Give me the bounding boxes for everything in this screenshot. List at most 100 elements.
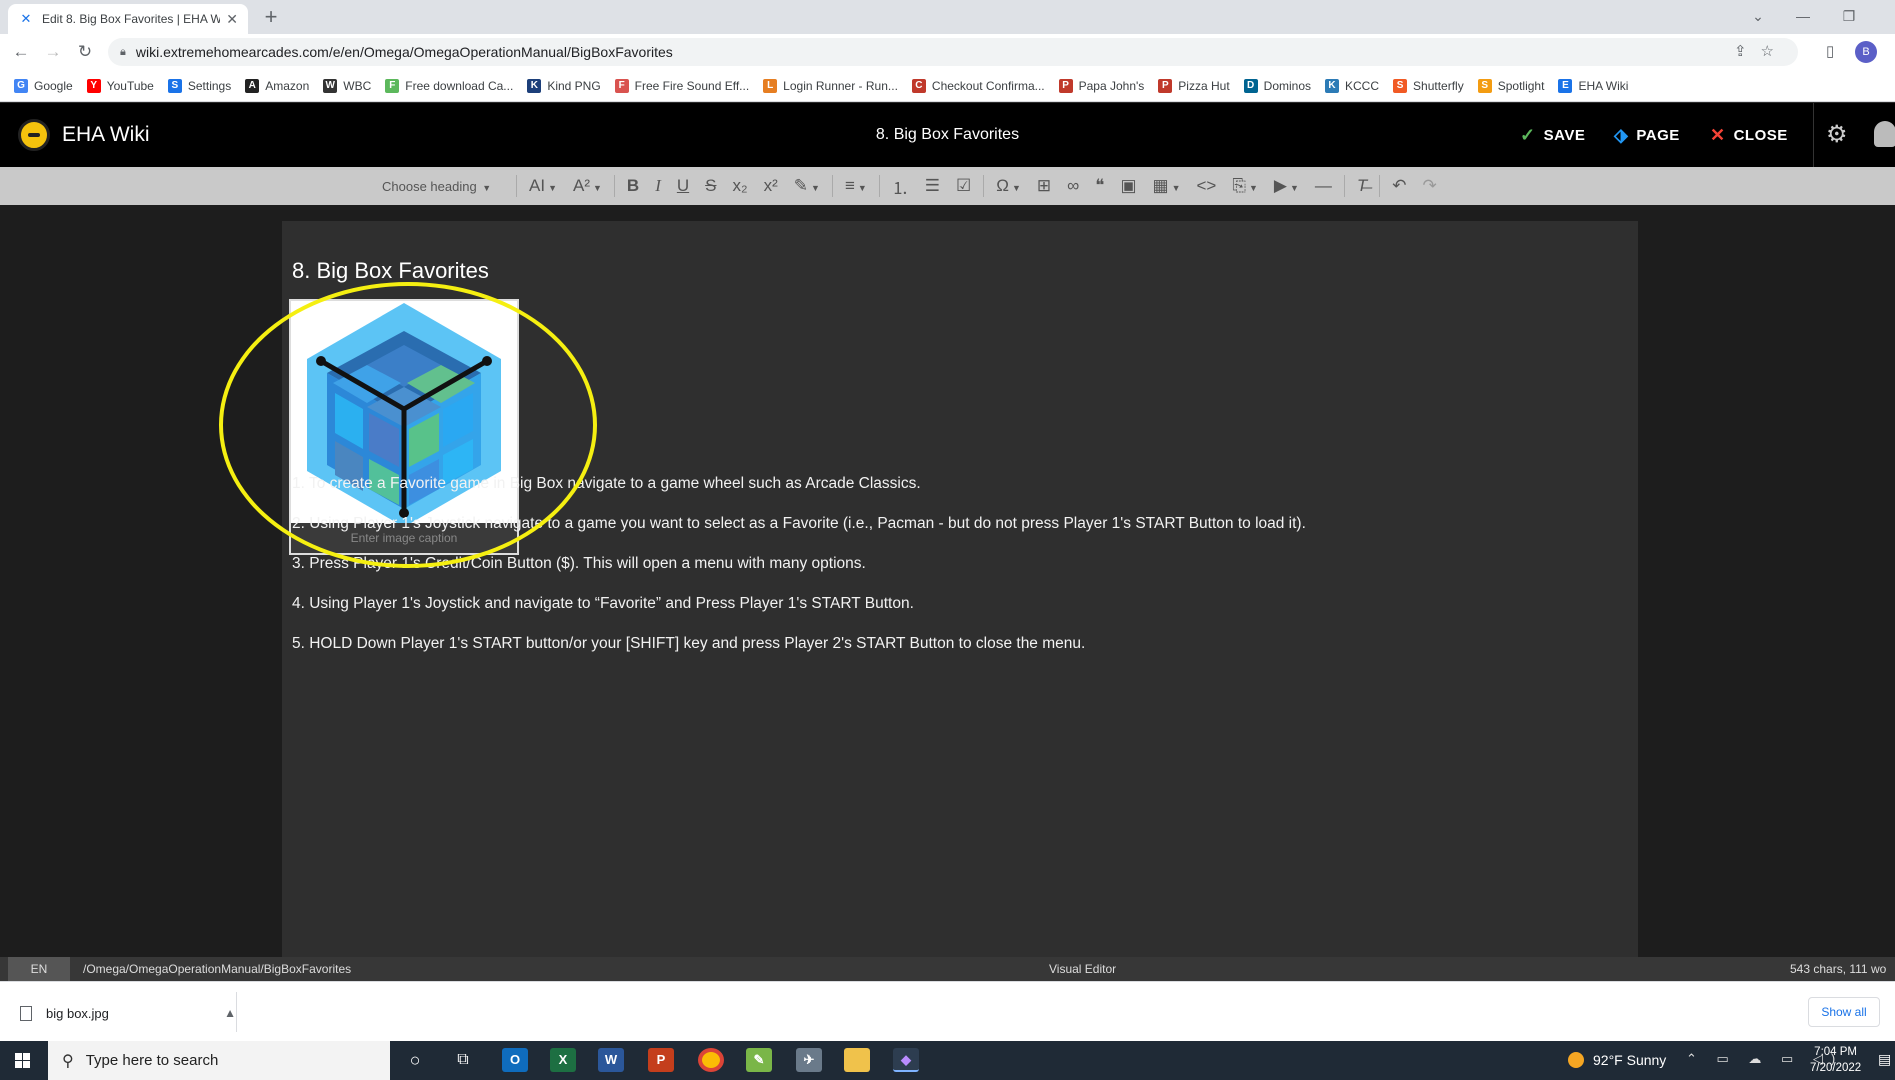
restore-button[interactable]: ❐ (1826, 2, 1872, 30)
page-button[interactable]: ⬗ PAGE (1614, 125, 1680, 146)
link-icon[interactable]: ∞ (1059, 176, 1087, 196)
chevron-up-icon[interactable]: ▲ (224, 1006, 236, 1020)
bookmark-item[interactable]: C Checkout Confirma... (911, 78, 1045, 93)
downloads-divider (236, 992, 237, 1032)
bookmark-label: Pizza Hut (1178, 78, 1230, 93)
table-icon[interactable]: ▦ ▼ (1145, 176, 1189, 196)
shutterfly-icon: S (1393, 78, 1408, 93)
bold-icon[interactable]: B (619, 176, 647, 196)
taskbar-clock[interactable]: 7:04 PM 7/20/2022 (1810, 1044, 1861, 1076)
bird-app-icon[interactable]: ✈ (796, 1048, 822, 1072)
tab-search-chevron-icon[interactable]: ⌄ (1735, 2, 1781, 30)
excel-icon[interactable]: X (550, 1048, 576, 1072)
weather-widget[interactable]: 92°F Sunny (1568, 1052, 1666, 1068)
file-explorer-icon[interactable] (844, 1048, 870, 1072)
align-icon[interactable]: ≡ ▼ (837, 176, 875, 196)
cortana-icon[interactable]: ○ (402, 1048, 428, 1072)
bookmark-item[interactable]: D Dominos (1243, 78, 1311, 93)
page-title: 8. Big Box Favorites (875, 126, 1020, 143)
back-button[interactable]: ← (8, 40, 34, 64)
undo-icon[interactable]: ↶ (1384, 176, 1414, 196)
numbered-list-icon[interactable]: ⒈ (884, 174, 917, 199)
heading-dropdown[interactable]: Choose heading ▼ (372, 179, 512, 194)
language-badge[interactable]: EN (8, 957, 70, 981)
star-icon[interactable]: ☆ (1761, 43, 1788, 60)
bookmark-item[interactable]: F Free download Ca... (385, 78, 513, 93)
minimize-button[interactable]: — (1780, 2, 1826, 30)
paint-app-icon[interactable]: ◆ (893, 1048, 919, 1072)
windows-start-icon[interactable] (0, 1041, 46, 1080)
highlight-icon[interactable]: ✎ ▼ (786, 176, 828, 196)
wiki-header: EHA Wiki 8. Big Box Favorites ✓ SAVE ⬗ P… (0, 103, 1895, 167)
font-family-icon[interactable]: A² ▼ (565, 176, 610, 196)
image-icon[interactable]: ▣ (1112, 176, 1144, 196)
task-view-icon[interactable]: ⧉ (450, 1048, 476, 1072)
gear-icon[interactable]: ⚙ (1826, 120, 1848, 149)
insert-block-icon[interactable]: ⊞ (1029, 176, 1059, 196)
bookmark-label: Settings (187, 78, 232, 93)
media-embed-icon[interactable]: ▶ ▼ (1266, 176, 1307, 196)
store-icon: C (911, 78, 926, 93)
character-count: 543 chars, 111 wo (1790, 962, 1887, 976)
bookmark-item[interactable]: L Login Runner - Run... (763, 78, 898, 93)
close-tab-icon[interactable]: ✕ (226, 11, 238, 28)
share-icon[interactable]: ⇪ (1734, 43, 1761, 60)
horizontal-line-icon[interactable]: — (1307, 176, 1340, 196)
app-icon[interactable]: ✎ (746, 1048, 772, 1072)
bookmark-item[interactable]: P Papa John's (1058, 78, 1144, 93)
italic-icon[interactable]: I (647, 176, 669, 196)
special-characters-icon[interactable]: Ω ▼ (988, 176, 1029, 196)
underline-icon[interactable]: U (669, 176, 697, 196)
document-heading[interactable]: 8. Big Box Favorites (292, 258, 489, 284)
side-panel-icon[interactable]: ▯ (1826, 42, 1834, 60)
step-5-text[interactable]: 5. HOLD Down Player 1's START button/or … (292, 635, 1085, 653)
code-icon[interactable]: <> (1189, 176, 1225, 196)
profile-avatar[interactable]: B (1855, 41, 1877, 63)
todo-list-icon[interactable]: ☑ (948, 176, 979, 196)
toolbar-separator (613, 175, 615, 197)
download-item[interactable]: big box.jpg ▲ (20, 998, 236, 1028)
url-field[interactable]: 🔒︎ wiki.extremehomearcades.com/e/en/Omeg… (108, 38, 1798, 66)
page-label: PAGE (1636, 127, 1680, 144)
blockquote-icon[interactable]: ❝ (1087, 176, 1112, 196)
word-icon[interactable]: W (598, 1048, 624, 1072)
remove-format-icon[interactable]: T̶ (1349, 176, 1375, 196)
windows-taskbar: ⚲ Type here to search ○ ⧉ O X W P ✎ ✈ ◆ … (0, 1041, 1895, 1080)
bulleted-list-icon[interactable]: ☰ (917, 176, 948, 196)
subscript-icon[interactable]: x₂ (724, 176, 755, 196)
font-size-icon[interactable]: AI ▼ (521, 176, 565, 196)
browser-tab[interactable]: ✕ Edit 8. Big Box Favorites | EHA Wi ✕ (8, 4, 248, 34)
redo-icon[interactable]: ↷ (1415, 176, 1445, 196)
bookmark-label: Free Fire Sound Eff... (634, 78, 750, 93)
save-button[interactable]: ✓ SAVE (1520, 125, 1585, 146)
new-tab-button[interactable]: + (258, 4, 284, 30)
close-button[interactable]: ✕ CLOSE (1710, 125, 1788, 146)
bookmark-item[interactable]: E EHA Wiki (1558, 78, 1628, 93)
bookmark-item[interactable]: P Pizza Hut (1158, 78, 1230, 93)
tab-strip: ✕ Edit 8. Big Box Favorites | EHA Wi ✕ +… (0, 0, 1895, 34)
save-label: SAVE (1543, 127, 1586, 144)
outlook-icon[interactable]: O (502, 1048, 528, 1072)
powerpoint-icon[interactable]: P (648, 1048, 674, 1072)
step-4-text[interactable]: 4. Using Player 1's Joystick and navigat… (292, 595, 914, 613)
bookmark-item[interactable]: G Google (14, 78, 73, 93)
bookmark-item[interactable]: S Settings (167, 78, 232, 93)
bookmark-item[interactable]: K KCCC (1325, 78, 1379, 93)
bookmark-item[interactable]: S Spotlight (1477, 78, 1544, 93)
superscript-icon[interactable]: x² (756, 176, 786, 196)
bookmark-item[interactable]: K Kind PNG (527, 78, 601, 93)
strikethrough-icon[interactable]: S (697, 176, 724, 196)
account-icon[interactable] (1874, 121, 1895, 147)
chrome-icon[interactable] (698, 1048, 724, 1072)
bookmark-item[interactable]: S Shutterfly (1393, 78, 1464, 93)
bookmark-item[interactable]: F Free Fire Sound Eff... (614, 78, 750, 93)
notifications-icon[interactable]: ▤ (1878, 1051, 1891, 1068)
bookmark-item[interactable]: A Amazon (245, 78, 309, 93)
reload-button[interactable]: ↻ (72, 40, 98, 64)
show-all-button[interactable]: Show all (1808, 997, 1880, 1027)
bookmark-item[interactable]: W WBC (323, 78, 371, 93)
bookmark-item[interactable]: Y YouTube (86, 78, 154, 93)
code-block-icon[interactable]: ⎘ ▼ (1224, 176, 1266, 196)
forward-button[interactable]: → (40, 40, 66, 64)
taskbar-search-field[interactable]: ⚲ Type here to search (48, 1041, 390, 1080)
